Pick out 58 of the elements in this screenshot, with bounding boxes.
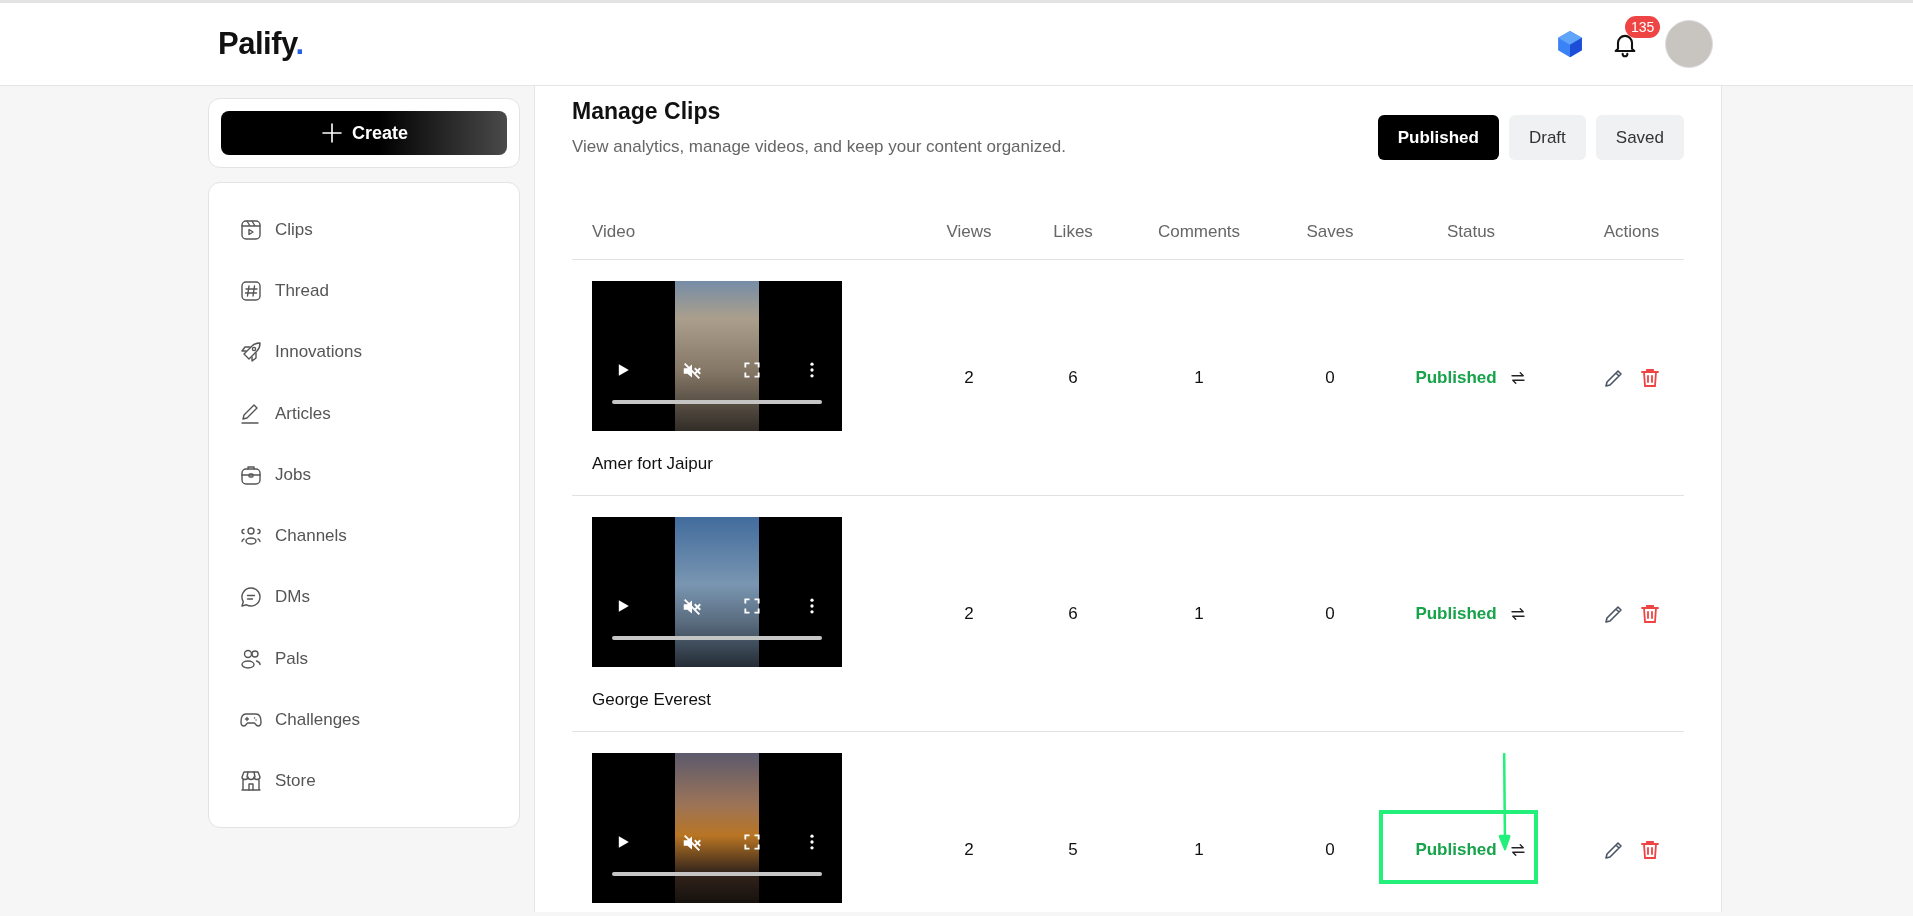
- sidebar-item[interactable]: DMs: [239, 566, 519, 629]
- table-cell-text: 0: [1324, 367, 1336, 388]
- filter-tab[interactable]: Draft: [1508, 115, 1586, 160]
- video-player[interactable]: [592, 517, 842, 667]
- storefront-icon: [239, 769, 263, 794]
- column-header: Status: [1445, 221, 1497, 242]
- cube-icon[interactable]: [1555, 29, 1585, 59]
- table-cell-text: 2: [963, 367, 975, 388]
- column-header: Views: [945, 221, 993, 242]
- column-header: Comments: [1156, 221, 1242, 242]
- video-player[interactable]: [592, 753, 842, 903]
- video-title: Amer fort Jaipur: [592, 454, 714, 474]
- plus-icon: [320, 121, 344, 145]
- status-label: Published: [1415, 367, 1497, 388]
- sidebar-item[interactable]: Innovations: [239, 321, 519, 383]
- sidebar-item[interactable]: Jobs: [239, 444, 519, 506]
- video-player[interactable]: [592, 281, 842, 431]
- column-header: Saves: [1305, 221, 1355, 242]
- page-subtitle: View analytics, manage videos, and keep your content organized.: [572, 137, 1066, 157]
- table-cell-text: 1: [1193, 603, 1205, 624]
- column-header: Video: [591, 221, 637, 242]
- fullscreen-icon[interactable]: [742, 360, 762, 380]
- create-button[interactable]: Create: [221, 111, 507, 155]
- fullscreen-icon[interactable]: [742, 832, 762, 852]
- table-cell-text: 6: [1067, 603, 1079, 624]
- filter-tab[interactable]: Saved: [1595, 115, 1684, 160]
- mute-icon[interactable]: [681, 832, 703, 854]
- sidebar-item[interactable]: Articles: [239, 382, 519, 445]
- notification-count: 135: [1625, 16, 1661, 38]
- status-label: Published: [1415, 839, 1497, 860]
- sidebar-item[interactable]: Clips: [239, 199, 519, 261]
- table-cell-text: 1: [1193, 839, 1205, 860]
- page-title: Manage Clips: [572, 98, 722, 125]
- hashtag-icon: [239, 278, 263, 303]
- fullscreen-icon[interactable]: [742, 596, 762, 616]
- sidebar-item[interactable]: Thread: [239, 260, 519, 322]
- table-cell-text: 1: [1193, 367, 1205, 388]
- filter-tab[interactable]: Published: [1377, 115, 1499, 160]
- table-cell-text: 0: [1324, 603, 1336, 624]
- sidebar-item[interactable]: Challenges: [239, 689, 519, 751]
- table-cell-text: 2: [963, 839, 975, 860]
- logo[interactable]: Palify.: [218, 26, 304, 62]
- table-cell-text: 0: [1324, 839, 1336, 860]
- table-cell-text: 5: [1067, 839, 1079, 860]
- column-header: Actions: [1602, 221, 1661, 242]
- clapperboard-icon: [239, 217, 263, 242]
- sidebar-item[interactable]: Channels: [239, 505, 519, 567]
- sidebar-item[interactable]: Pals: [239, 628, 519, 690]
- status-label: Published: [1415, 603, 1497, 624]
- column-header: Likes: [1052, 221, 1094, 242]
- table-cell-text: 2: [963, 603, 975, 624]
- mute-icon[interactable]: [681, 360, 703, 382]
- table-cell-text: 6: [1067, 367, 1079, 388]
- video-title: George Everest: [592, 690, 713, 710]
- sidebar-item[interactable]: Store: [239, 750, 519, 812]
- rocket-icon: [239, 340, 263, 365]
- mute-icon[interactable]: [681, 596, 703, 618]
- chat-bubble-icon: [239, 585, 263, 610]
